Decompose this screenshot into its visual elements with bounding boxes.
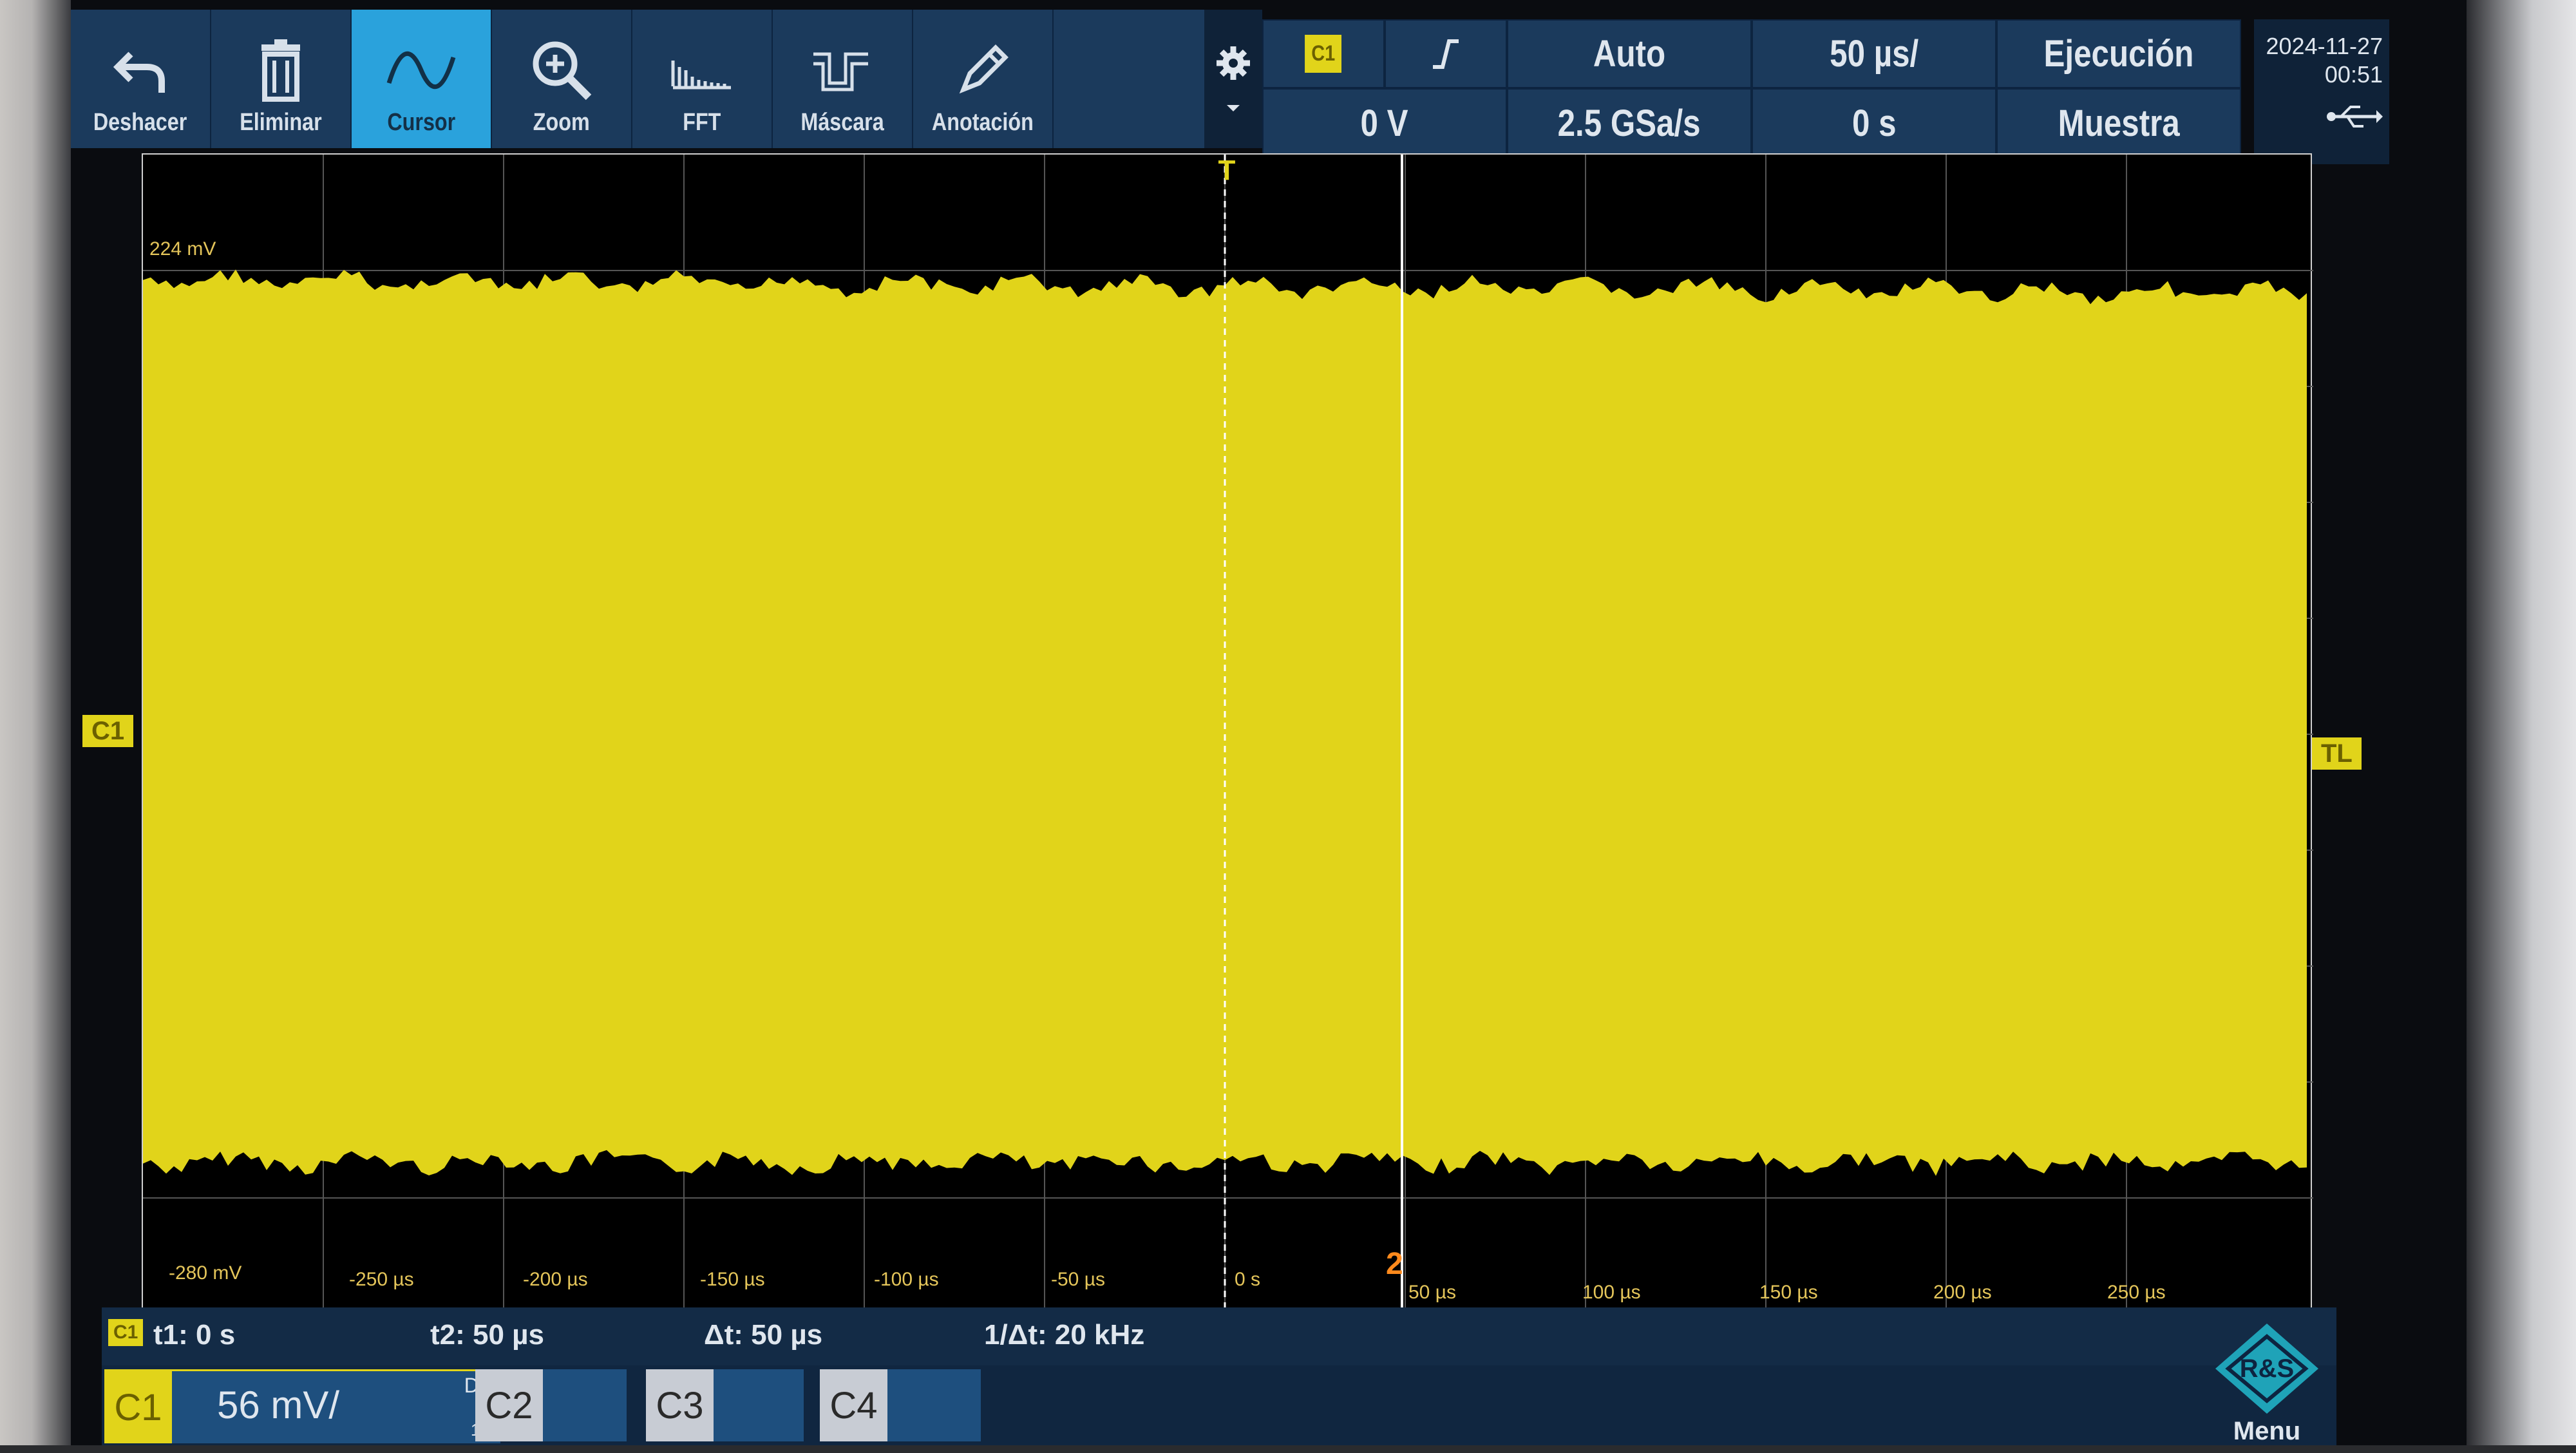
trigger-source-cell[interactable]: C1: [1262, 19, 1385, 88]
cursor-button[interactable]: Cursor: [352, 10, 492, 148]
x-label: 200 µs: [1933, 1282, 1992, 1303]
fft-label: FFT: [683, 109, 721, 136]
waveform-display[interactable]: 224 mV -280 mV -250 µs -200 µs -150 µs -…: [142, 153, 2313, 1314]
settings-button[interactable]: [1204, 10, 1262, 148]
trigger-slope-cell[interactable]: [1385, 19, 1507, 88]
trigger-source-badge: C1: [1305, 35, 1342, 73]
channel-1-body: 56 mV/ DC 1:1: [172, 1371, 500, 1443]
run-state-cell[interactable]: Ejecución: [1996, 19, 2241, 88]
device-bezel-right: [2467, 0, 2576, 1453]
cursor-t1: t1: 0 s: [153, 1319, 236, 1351]
channel-4-label: C4: [820, 1369, 887, 1441]
cursor-label: Cursor: [387, 109, 455, 136]
gear-icon: [1217, 46, 1250, 80]
run-state: Ejecución: [2043, 33, 2194, 75]
x-label: -200 µs: [523, 1269, 588, 1290]
cursor-inverse-delta-t: 1/Δt: 20 kHz: [984, 1319, 1145, 1351]
channel-1-button[interactable]: C1 56 mV/ DC 1:1: [104, 1369, 504, 1443]
toolbar: Deshacer Eliminar Cursor Zoom FFT Máscar…: [71, 10, 1204, 148]
datetime-box: 2024-11-27 00:51: [2254, 19, 2389, 164]
trigger-level: 0 V: [1360, 102, 1409, 144]
rs-logo-icon: R&S: [2215, 1324, 2318, 1414]
x-label: 250 µs: [2107, 1282, 2166, 1303]
channel-4-button[interactable]: C4: [820, 1369, 981, 1441]
undo-label: Deshacer: [93, 109, 187, 136]
trigger-level-marker[interactable]: TL: [2312, 737, 2362, 770]
date: 2024-11-27: [2266, 33, 2383, 59]
x-label: 100 µs: [1582, 1282, 1641, 1303]
channel-4-body: [887, 1369, 981, 1441]
y-label-top: 224 mV: [149, 238, 216, 260]
menu-button[interactable]: R&S Menu: [2209, 1320, 2325, 1449]
channel-2-button[interactable]: C2: [475, 1369, 627, 1441]
cursor-2-marker[interactable]: 2: [1386, 1246, 1403, 1282]
trigger-mode-cell[interactable]: Auto: [1507, 19, 1752, 88]
cursor-source-badge: C1: [108, 1319, 144, 1346]
acquisition-mode-cell[interactable]: Muestra: [1996, 88, 2241, 158]
mask-label: Máscara: [800, 109, 884, 136]
delete-label: Eliminar: [240, 109, 322, 136]
timebase: 50 µs/: [1829, 33, 1919, 75]
trigger-level-cell[interactable]: 0 V: [1262, 88, 1507, 158]
fft-icon: [671, 61, 731, 90]
channel-1-label: C1: [104, 1371, 172, 1443]
channel-3-body: [714, 1369, 804, 1441]
cursor-t2: t2: 50 µs: [430, 1319, 544, 1351]
x-label: -150 µs: [700, 1269, 765, 1290]
channel-bar: C1 56 mV/ DC 1:1 C2 C3 C4: [102, 1365, 2336, 1445]
timebase-cell[interactable]: 50 µs/: [1752, 19, 1996, 88]
zoom-icon: [533, 41, 592, 100]
sample-rate-cell[interactable]: 2.5 GSa/s: [1507, 88, 1752, 158]
undo-button[interactable]: Deshacer: [71, 10, 211, 148]
menu-label: Menu: [2233, 1417, 2301, 1445]
x-label: -100 µs: [874, 1269, 939, 1290]
trigger-position-marker[interactable]: T: [1214, 155, 1240, 206]
time: 00:51: [2324, 61, 2383, 88]
x-label: -50 µs: [1051, 1269, 1105, 1290]
channel-3-label: C3: [646, 1369, 714, 1441]
delete-button[interactable]: Eliminar: [211, 10, 352, 148]
acquisition-mode: Muestra: [2058, 102, 2180, 144]
chevron-down-icon: [1227, 104, 1240, 111]
channel-1-offset-marker[interactable]: C1: [82, 715, 134, 747]
zoom-button[interactable]: Zoom: [492, 10, 632, 148]
cursor-readout-bar: C1 t1: 0 s t2: 50 µs Δt: 50 µs 1/Δt: 20 …: [102, 1307, 2336, 1365]
y-label-bottom: -280 mV: [169, 1262, 242, 1284]
cursor-delta-t: Δt: 50 µs: [704, 1319, 823, 1351]
status-panel: C1 Auto 50 µs/ Ejecución 0 V 2.5 GSa/s 0…: [1262, 19, 2254, 158]
trigger-mode: Auto: [1593, 33, 1666, 75]
channel-1-scale: 56 mV/: [217, 1383, 340, 1427]
fft-button[interactable]: FFT: [632, 10, 773, 148]
mask-button[interactable]: Máscara: [773, 10, 913, 148]
pencil-icon: [959, 44, 1009, 94]
x-label: 50 µs: [1408, 1282, 1456, 1303]
horizontal-position: 0 s: [1852, 102, 1897, 144]
channel-3-button[interactable]: C3: [646, 1369, 813, 1441]
cursor-icon: [386, 51, 456, 90]
x-label: -250 µs: [349, 1269, 414, 1290]
horizontal-position-cell[interactable]: 0 s: [1752, 88, 1996, 158]
undo-icon: [113, 52, 165, 93]
channel-2-body: [543, 1369, 627, 1441]
svg-text:R&S: R&S: [2240, 1354, 2294, 1383]
x-label: 0 s: [1235, 1269, 1261, 1290]
annotation-label: Anotación: [932, 109, 1034, 136]
x-label: 150 µs: [1759, 1282, 1818, 1303]
rising-edge-icon: [1433, 39, 1459, 69]
trash-icon: [261, 39, 300, 102]
device-bezel-bottom: [0, 1445, 2576, 1453]
mask-icon: [813, 52, 868, 91]
zoom-label: Zoom: [533, 109, 590, 136]
sample-rate: 2.5 GSa/s: [1557, 102, 1701, 144]
device-bezel-left: [0, 0, 71, 1453]
usb-icon: [2327, 106, 2383, 128]
annotation-button[interactable]: Anotación: [913, 10, 1054, 148]
channel-2-label: C2: [475, 1369, 543, 1441]
